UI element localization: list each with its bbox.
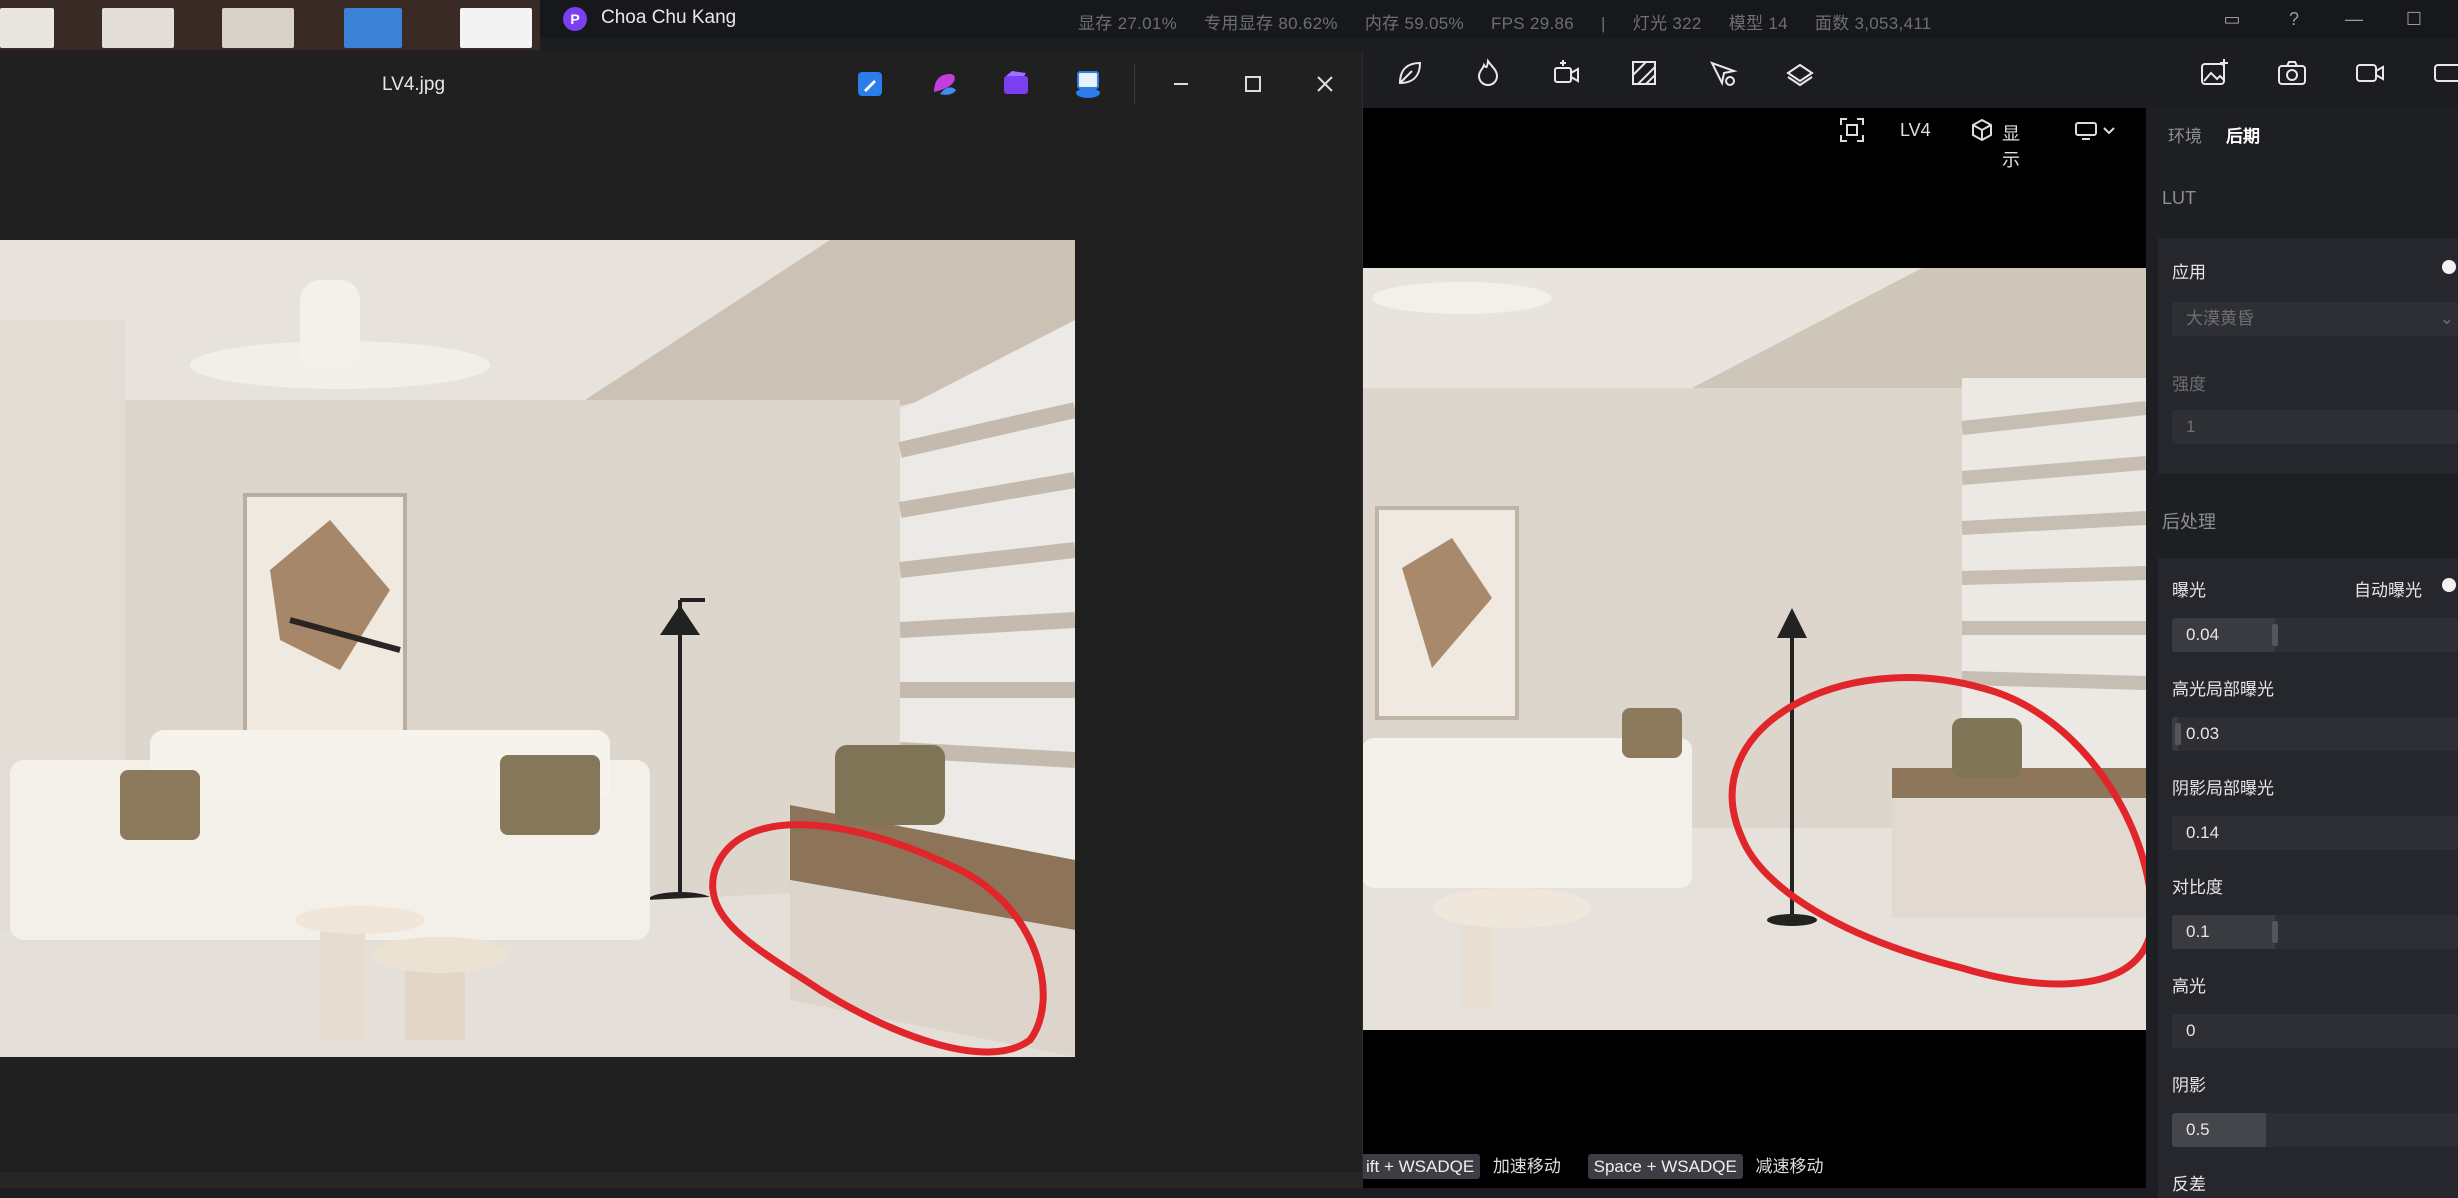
hint-key: ift + WSADQE [1360,1154,1481,1179]
hint-text: 加速移动 [1492,1157,1561,1176]
pin-icon[interactable] [1704,55,1740,91]
strength-field[interactable]: 1 [2172,410,2458,444]
chevron-down-icon: ⌄ [2439,309,2454,328]
hint-bar: ift + WSADQE 加速移动 Space + WSADQE 减速移动 [1360,1152,1824,1182]
maximize-icon[interactable] [1235,66,1271,102]
apply-toggle[interactable] [2442,260,2456,274]
hint-text: 减速移动 [1755,1157,1824,1176]
video-icon[interactable] [2352,55,2388,91]
param-slider[interactable]: 0 [2172,1014,2458,1048]
param-label: 曝光 [2172,581,2206,600]
param-value: 0.04 [2186,625,2220,644]
texture-icon[interactable] [1626,55,1662,91]
taskbar-thumbnail[interactable] [102,8,174,48]
auto-exposure-toggle[interactable] [2442,578,2456,592]
param-slider[interactable]: 0.04 [2172,618,2458,652]
param-value: 0.5 [2186,1120,2210,1139]
auto-exposure-label: 自动曝光 [2354,581,2422,600]
param-value: 0.14 [2186,823,2220,842]
param-label: 阴影局部曝光 [2172,779,2274,798]
toolbar-divider [1134,64,1135,104]
panel-icon[interactable]: ▭ [2218,5,2246,33]
more-icon[interactable] [2430,55,2458,91]
strength-value: 1 [2186,417,2196,436]
camera-move-icon[interactable] [1548,55,1584,91]
taskbar-thumbnail[interactable] [460,8,532,48]
help-icon[interactable]: ? [2280,5,2308,33]
viewport-settings-icon[interactable] [2074,118,2118,144]
hint-key: Space + WSADQE [1587,1154,1743,1179]
stat-dedicated-vram: 专用显存 80.62% [1204,14,1338,33]
lut-preset-select[interactable]: 大漠黄昏 ⌄ [2172,302,2458,336]
taskbar-thumbnail[interactable] [222,8,294,48]
edit-icon[interactable] [852,66,888,102]
strength-label: 强度 [2172,375,2206,394]
param-slider[interactable]: 0.5 [2172,1113,2458,1147]
param-slider[interactable]: 0.14 [2172,816,2458,850]
display-label[interactable]: 显示 [2002,120,2020,172]
param-label: 高光 [2172,977,2206,996]
frame-icon[interactable] [1838,116,1866,144]
viewer-bottom-bar [0,1172,1362,1188]
taskbar-thumbnails [0,0,540,50]
param-label: 阴影 [2172,1076,2206,1095]
param-label: 反差 [2172,1175,2206,1194]
clipchamp-icon[interactable] [998,66,1034,102]
tab-post[interactable]: 后期 [2226,122,2260,147]
stat-faces: 面数 3,053,411 [1814,14,1932,33]
image-add-icon[interactable] [2196,55,2232,91]
camera-icon[interactable] [2274,55,2310,91]
param-label: 高光局部曝光 [2172,680,2274,699]
leaf-icon[interactable] [1392,55,1428,91]
fire-icon[interactable] [1470,55,1506,91]
stat-separator: | [1601,14,1606,33]
section-title-lut: LUT [2162,188,2197,208]
camera-label[interactable]: LV4 [1900,120,1931,141]
display-icon[interactable] [1968,116,1996,144]
app-title: Choa Chu Kang [601,7,737,28]
viewed-photo[interactable] [0,240,1077,1057]
minimize-icon[interactable]: — [2340,5,2368,33]
stat-memory: 内存 59.05% [1364,14,1464,33]
apply-label: 应用 [2172,263,2206,282]
stat-lights: 灯光 322 [1632,14,1702,33]
section-title-post: 后处理 [2162,512,2216,532]
layers-icon[interactable] [1782,55,1818,91]
stat-vram: 显存 27.01% [1078,14,1178,33]
stat-models: 模型 14 [1728,14,1788,33]
perf-stats: 显存 27.01% 专用显存 80.62% 内存 59.05% FPS 29.8… [1078,9,1954,34]
settings-panel: 环境 后期 LUT 应用 大漠黄昏 ⌄ 强度 1 后处理 曝光 自动曝光 0.0… [2146,108,2458,1198]
stat-fps: FPS 29.86 [1490,14,1574,33]
sketchup-icon[interactable] [344,8,402,48]
maximize-icon[interactable]: ☐ [2400,5,2428,33]
param-value: 0 [2186,1021,2196,1040]
app-logo: P [563,7,587,31]
share-icon[interactable] [1070,66,1106,102]
param-value: 0.03 [2186,724,2220,743]
viewport-render[interactable] [1362,268,2156,1030]
viewer-filename: LV4.jpg [382,74,446,95]
param-slider[interactable]: 0.03 [2172,717,2458,751]
viewer-titlebar [0,50,1362,120]
tab-environment[interactable]: 环境 [2168,122,2202,147]
minimize-icon[interactable] [1163,66,1199,102]
param-label: 对比度 [2172,878,2223,897]
copilot-icon[interactable] [926,66,962,102]
close-icon[interactable] [1307,66,1343,102]
param-slider[interactable]: 0.1 [2172,915,2458,949]
toolbar [1360,38,2458,109]
lut-preset-value: 大漠黄昏 [2186,309,2254,328]
param-value: 0.1 [2186,922,2210,941]
taskbar-thumbnail[interactable] [0,8,54,48]
